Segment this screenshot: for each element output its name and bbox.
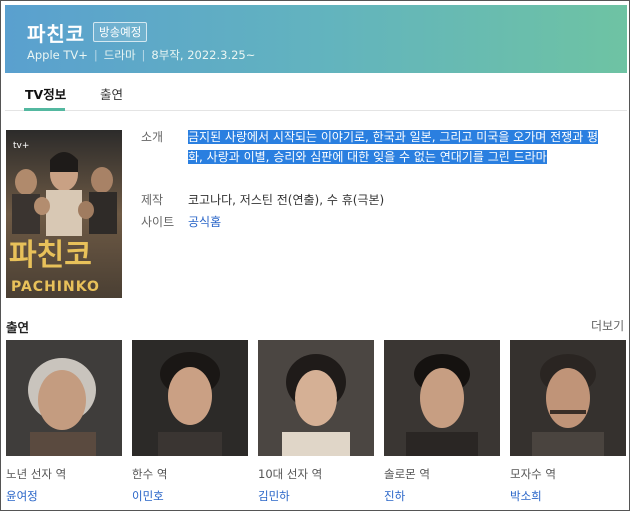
cast-name-link[interactable]: 윤여정 — [6, 488, 122, 504]
site-label: 사이트 — [141, 215, 175, 229]
portrait-image — [6, 340, 122, 456]
production-text: 코고나다, 저스틴 전(연출), 수 휴(극본) — [188, 193, 385, 207]
cast-name-link[interactable]: 진하 — [384, 488, 500, 504]
info-card: 파친코 방송예정 Apple TV+ | 드라마 | 8부작, 2022.3.25~ T… — [0, 0, 630, 511]
status-badge: 방송예정 — [93, 22, 148, 42]
episodes-date-text: 8부작, 2022.3.25~ — [151, 48, 256, 62]
portrait-image — [132, 340, 248, 456]
cast-card[interactable]: 노년 선자 역 윤여정 — [6, 340, 122, 504]
meta-line: Apple TV+ | 드라마 | 8부작, 2022.3.25~ — [27, 47, 255, 63]
official-site-link[interactable]: 공식홈 — [188, 213, 221, 230]
intro-text: 금지된 사랑에서 시작되는 이야기로, 한국과 일본, 그리고 미국을 오가며 … — [188, 127, 608, 167]
portrait-image — [258, 340, 374, 456]
cast-role: 노년 선자 역 — [6, 467, 67, 481]
tab-cast[interactable]: 출연 — [100, 84, 123, 103]
cast-name-link[interactable]: 박소희 — [510, 488, 626, 504]
cast-role: 모자수 역 — [510, 467, 556, 481]
genre-text: 드라마 — [103, 48, 136, 62]
cast-photo[interactable] — [6, 340, 122, 456]
portrait-image — [510, 340, 626, 456]
intro-text-selected: 금지된 사랑에서 시작되는 이야기로, 한국과 일본, 그리고 미국을 오가며 … — [188, 130, 599, 164]
cast-role: 솔로몬 역 — [384, 467, 430, 481]
tab-bar: TV정보 출연 — [5, 73, 627, 111]
portrait-image — [384, 340, 500, 456]
active-tab-indicator — [24, 108, 65, 111]
cast-card[interactable]: 한수 역 이민호 — [132, 340, 248, 504]
poster-title-ko: 파친코 — [9, 238, 92, 273]
cast-photo[interactable] — [510, 340, 626, 456]
cast-photo[interactable] — [132, 340, 248, 456]
divider: | — [141, 48, 146, 62]
cast-name-link[interactable]: 이민호 — [132, 488, 248, 504]
platform-text: Apple TV+ — [27, 48, 88, 62]
intro-label: 소개 — [141, 130, 164, 144]
cast-card[interactable]: 모자수 역 박소희 — [510, 340, 626, 504]
poster-title-en: PACHINKO — [11, 279, 100, 295]
more-link[interactable]: 더보기 — [591, 317, 624, 334]
poster-image[interactable]: tv+ 파친코 PACHINKO — [6, 130, 122, 298]
cast-card[interactable]: 솔로몬 역 진하 — [384, 340, 500, 504]
cast-card[interactable]: 10대 선자 역 김민하 — [258, 340, 374, 504]
poster-art: tv+ 파친코 PACHINKO — [6, 130, 122, 298]
cast-heading: 출연 — [6, 320, 30, 335]
appletv-badge: tv+ — [13, 141, 29, 151]
production-label: 제작 — [141, 193, 164, 207]
cast-role: 10대 선자 역 — [258, 467, 323, 481]
cast-name-link[interactable]: 김민하 — [258, 488, 374, 504]
page-title[interactable]: 파친코 — [27, 18, 85, 47]
cast-photo[interactable] — [384, 340, 500, 456]
cast-photo[interactable] — [258, 340, 374, 456]
divider: | — [93, 48, 98, 62]
cast-role: 한수 역 — [132, 467, 168, 481]
tab-tv-info[interactable]: TV정보 — [25, 84, 66, 103]
header-banner: 파친코 방송예정 Apple TV+ | 드라마 | 8부작, 2022.3.25~ — [5, 5, 627, 73]
